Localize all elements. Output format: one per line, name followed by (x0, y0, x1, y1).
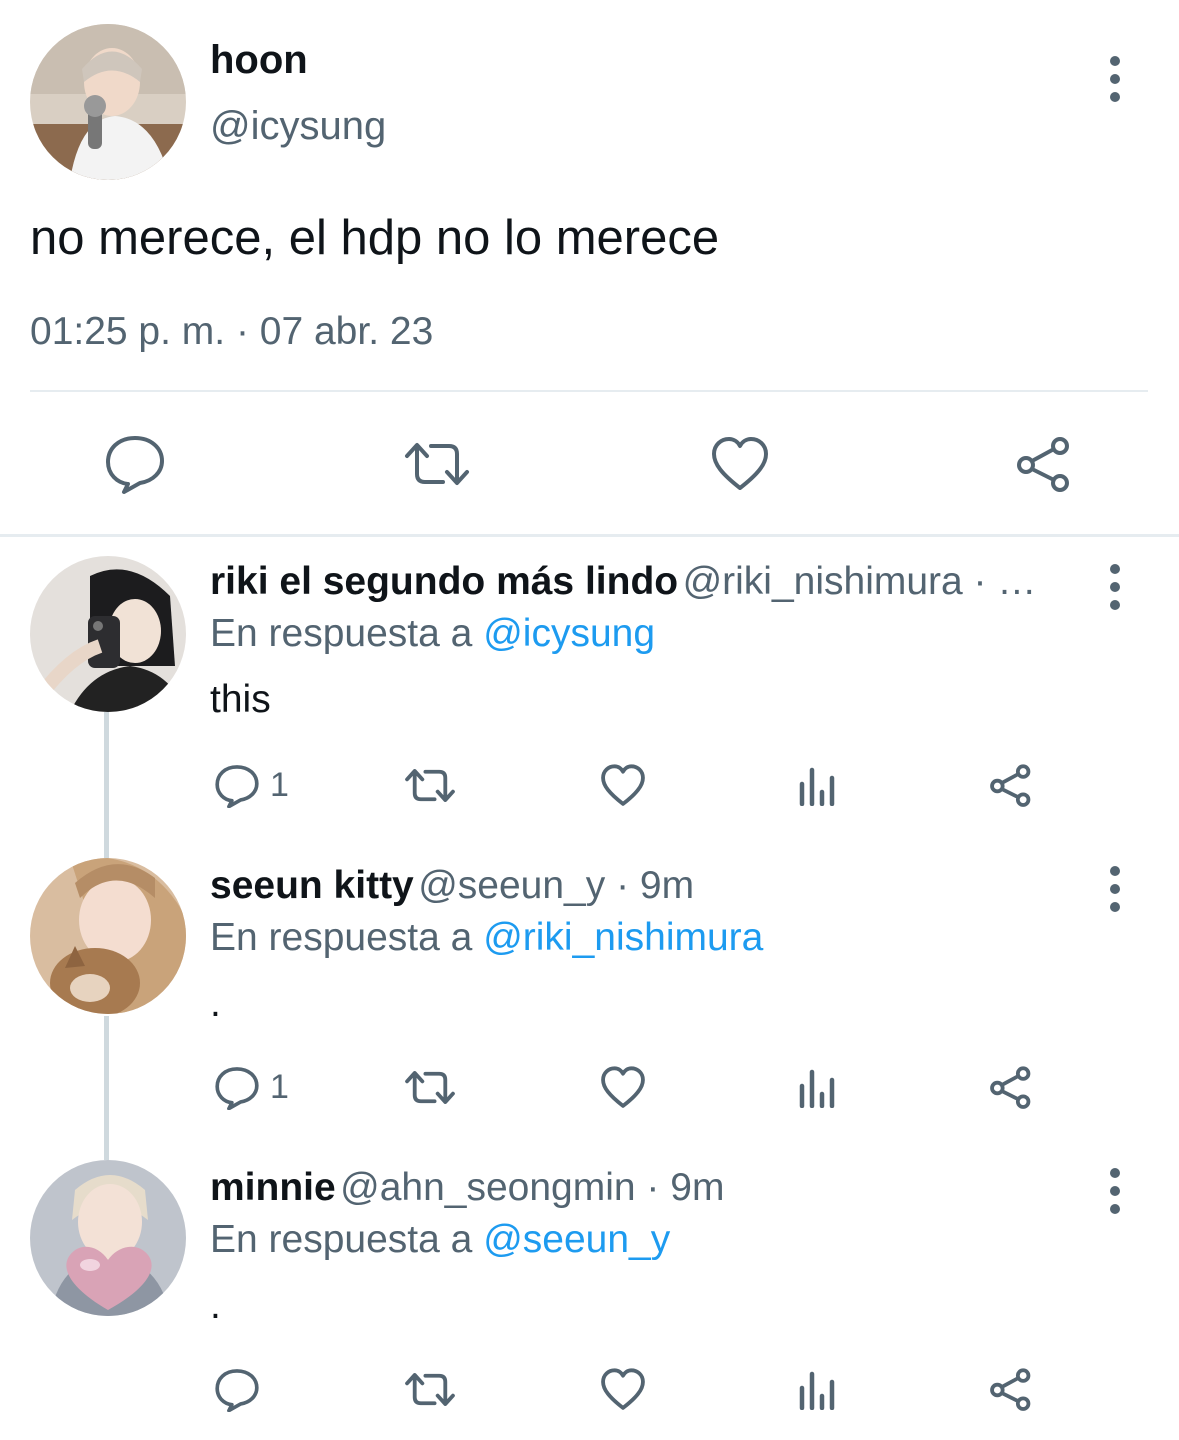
retweet-icon[interactable] (404, 767, 456, 804)
reply-handle-time[interactable]: @seeun_y · 9m (418, 864, 694, 907)
avatar-hoon[interactable] (30, 24, 186, 180)
tweet-text: no merece, el hdp no lo merece (30, 211, 720, 265)
like-icon[interactable] (600, 1368, 646, 1411)
reply-icon[interactable] (214, 1066, 260, 1110)
more-options-icon[interactable] (1105, 1168, 1125, 1214)
reply-mention-link[interactable]: @riki_nishimura (483, 916, 763, 959)
author-name[interactable]: hoon (210, 38, 308, 83)
reply-icon[interactable] (104, 434, 166, 494)
reply-context: En respuesta a @seeun_y (210, 1218, 671, 1261)
avatar-seeun[interactable] (30, 858, 186, 1014)
thread-line (104, 1016, 109, 1160)
reply-handle-time[interactable]: @ahn_seongmin · 9m (340, 1166, 724, 1209)
reply-count: 1 (270, 1068, 289, 1106)
retweet-icon[interactable] (404, 1069, 456, 1106)
share-icon[interactable] (988, 764, 1034, 808)
reply-header: seeun kitty @seeun_y · 9m (210, 864, 1070, 908)
views-icon[interactable] (798, 1370, 836, 1410)
divider (30, 390, 1148, 392)
share-icon[interactable] (988, 1066, 1034, 1110)
reply-context: En respuesta a @icysung (210, 612, 656, 655)
reply-count: 1 (270, 766, 289, 804)
reply-mention-link[interactable]: @seeun_y (483, 1218, 670, 1261)
reply-mention-link[interactable]: @icysung (483, 612, 655, 655)
thread-line (104, 712, 109, 858)
reply-text: . (210, 982, 221, 1025)
reply-author-name[interactable]: seeun kitty (210, 864, 414, 907)
like-icon[interactable] (710, 436, 770, 492)
share-icon[interactable] (988, 1368, 1034, 1412)
section-divider (0, 534, 1179, 537)
like-icon[interactable] (600, 764, 646, 807)
more-options-icon[interactable] (1105, 56, 1125, 102)
retweet-icon[interactable] (403, 440, 471, 488)
more-options-icon[interactable] (1105, 564, 1125, 610)
views-icon[interactable] (798, 1068, 836, 1108)
reply-header: minnie @ahn_seongmin · 9m (210, 1166, 1070, 1210)
views-icon[interactable] (798, 766, 836, 806)
author-handle[interactable]: @icysung (210, 104, 386, 149)
share-icon[interactable] (1014, 436, 1074, 494)
more-options-icon[interactable] (1105, 866, 1125, 912)
reply-handle-time[interactable]: @riki_nishimura · … (683, 560, 1037, 603)
reply-icon[interactable] (214, 764, 260, 808)
reply-author-name[interactable]: riki el segundo más lindo (210, 560, 678, 603)
reply-header: riki el segundo más lindo @riki_nishimur… (210, 560, 1070, 604)
avatar-riki[interactable] (30, 556, 186, 712)
reply-text: this (210, 678, 271, 721)
reply-icon[interactable] (214, 1368, 260, 1412)
reply-text: . (210, 1284, 221, 1327)
reply-context: En respuesta a @riki_nishimura (210, 916, 764, 959)
tweet-timestamp[interactable]: 01:25 p. m. · 07 abr. 23 (30, 310, 433, 354)
avatar-minnie[interactable] (30, 1160, 186, 1316)
reply-author-name[interactable]: minnie (210, 1166, 336, 1209)
retweet-icon[interactable] (404, 1371, 456, 1408)
like-icon[interactable] (600, 1066, 646, 1109)
